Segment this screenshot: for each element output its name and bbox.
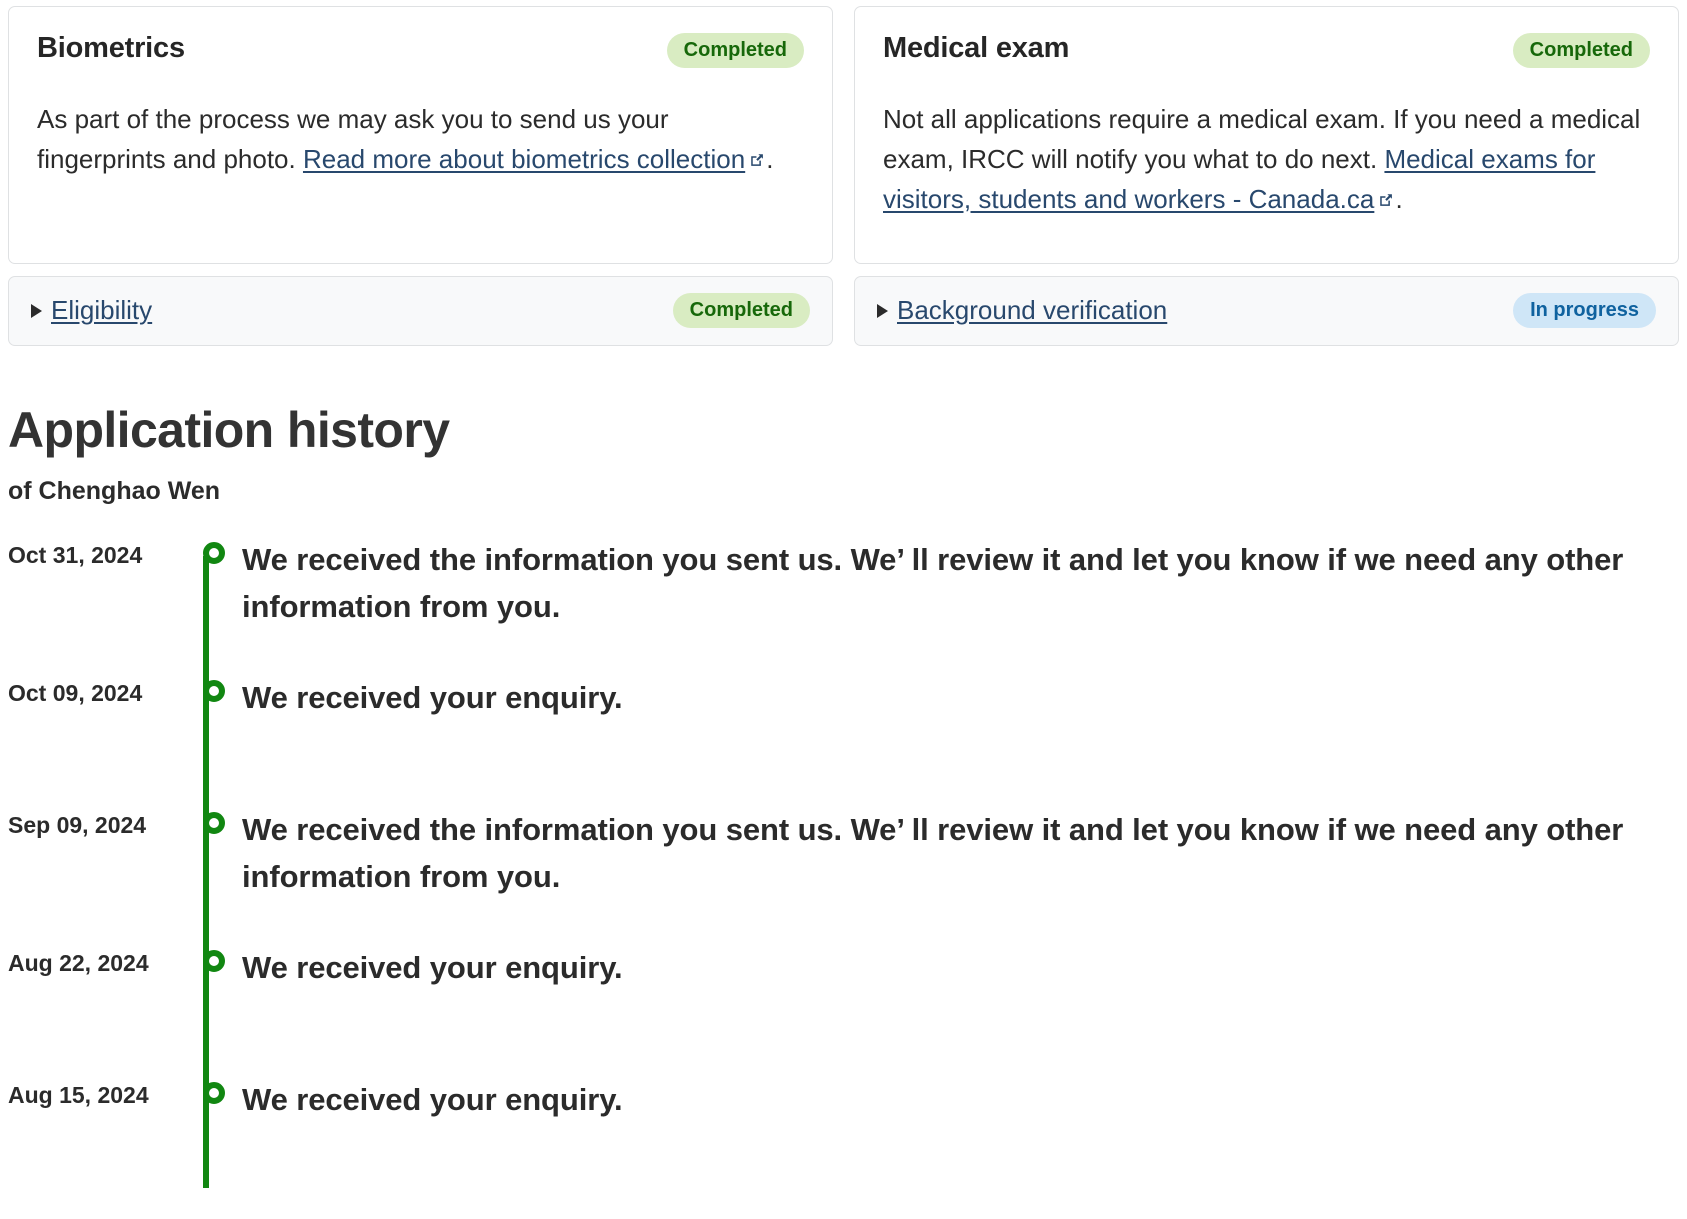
history-timeline: Oct 31, 2024 We received the information… — [8, 536, 1679, 1188]
card-body: Not all applications require a medical e… — [883, 100, 1650, 219]
status-badge: Completed — [672, 293, 810, 328]
disclosure-triangle-icon — [877, 303, 888, 318]
timeline-message: We received the information you sent us.… — [242, 811, 1624, 894]
timeline-date: Oct 09, 2024 — [8, 679, 143, 706]
card-header: Biometrics Completed — [37, 32, 804, 68]
external-link-icon — [749, 152, 765, 168]
card-body-text-after: . — [1395, 183, 1403, 214]
accordion-background-verification[interactable]: Background verification In progress — [854, 276, 1679, 346]
status-badge: Completed — [666, 33, 804, 68]
timeline-date: Aug 22, 2024 — [8, 949, 149, 976]
status-cards-row: Biometrics Completed As part of the proc… — [0, 0, 1687, 264]
timeline-dot-icon — [203, 541, 225, 564]
card-title: Biometrics — [37, 32, 185, 64]
timeline-dot-cell — [186, 944, 242, 972]
timeline-item: Aug 22, 2024 We received your enquiry. — [8, 944, 1679, 1076]
accordion-eligibility[interactable]: Eligibility Completed — [8, 276, 833, 346]
application-history-section: Application history of Chenghao Wen Oct … — [0, 346, 1687, 1188]
status-badge: In progress — [1513, 293, 1656, 328]
card-header: Medical exam Completed — [883, 32, 1650, 68]
timeline-message: We received your enquiry. — [242, 949, 623, 985]
timeline-date: Sep 09, 2024 — [8, 811, 147, 838]
timeline-message: We received your enquiry. — [242, 679, 623, 715]
timeline-item: Oct 09, 2024 We received your enquiry. — [8, 674, 1679, 806]
link-label: Read more about biometrics collection — [302, 143, 746, 174]
timeline-dot-cell — [186, 1076, 242, 1104]
card-medical-exam: Medical exam Completed Not all applicati… — [854, 6, 1679, 264]
timeline-dot-cell — [186, 536, 242, 564]
external-link-icon — [1378, 192, 1394, 208]
timeline-date: Aug 15, 2024 — [8, 1081, 149, 1108]
card-title: Medical exam — [883, 32, 1070, 64]
accordion-label[interactable]: Eligibility — [51, 295, 152, 326]
timeline-dot-icon — [203, 1081, 225, 1104]
accordion-left: Background verification — [877, 295, 1167, 326]
timeline-item: Sep 09, 2024 We received the information… — [8, 806, 1679, 944]
timeline-item: Aug 15, 2024 We received your enquiry. — [8, 1076, 1679, 1164]
timeline-dot-icon — [203, 811, 225, 834]
accordion-left: Eligibility — [31, 295, 152, 326]
biometrics-collection-link[interactable]: Read more about biometrics collection — [303, 144, 745, 174]
accordion-row: Eligibility Completed Background verific… — [0, 264, 1687, 346]
timeline-date: Oct 31, 2024 — [8, 541, 143, 568]
timeline-dot-icon — [203, 949, 225, 972]
disclosure-triangle-icon — [31, 303, 42, 318]
timeline-dot-icon — [203, 679, 225, 702]
status-badge: Completed — [1512, 33, 1650, 68]
timeline-dot-cell — [186, 674, 242, 702]
applicant-subtitle: of Chenghao Wen — [8, 476, 221, 505]
timeline-message: We received the information you sent us.… — [242, 541, 1624, 624]
timeline-dot-cell — [186, 806, 242, 834]
page-title: Application history — [8, 402, 450, 458]
timeline-message: We received your enquiry. — [242, 1081, 623, 1117]
card-body: As part of the process we may ask you to… — [37, 100, 804, 180]
accordion-label[interactable]: Background verification — [897, 295, 1167, 326]
timeline-item: Oct 31, 2024 We received the information… — [8, 536, 1679, 674]
card-body-text-after: . — [766, 143, 774, 174]
card-biometrics: Biometrics Completed As part of the proc… — [8, 6, 833, 264]
